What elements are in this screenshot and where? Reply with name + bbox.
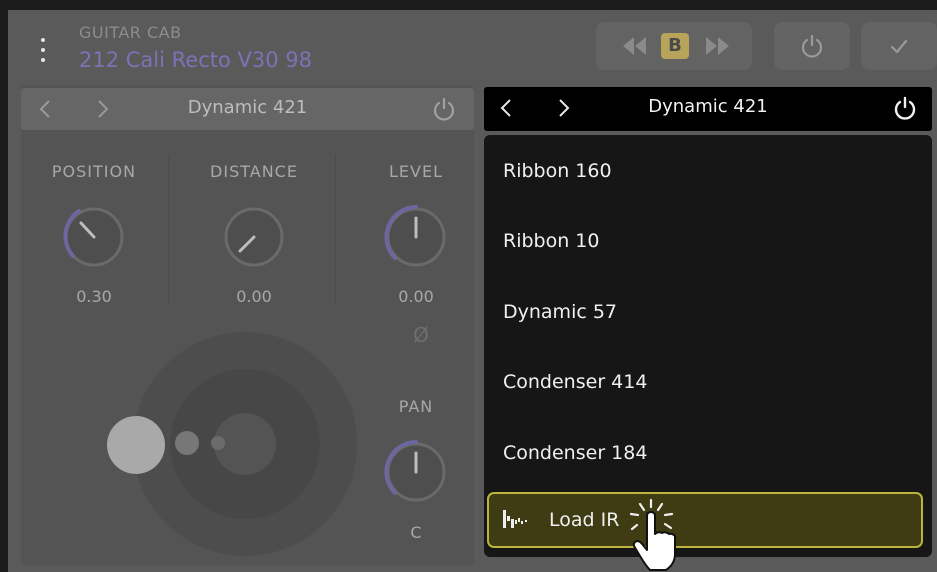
pan-knob[interactable] (376, 431, 456, 511)
divider (335, 155, 336, 305)
mic-dropdown-menu: Ribbon 160 Ribbon 10 Dynamic 57 Condense… (484, 135, 932, 557)
preset-name[interactable]: 212 Cali Recto V30 98 (79, 48, 312, 72)
position-label: POSITION (51, 162, 137, 181)
category-label: GUITAR CAB (79, 23, 182, 42)
distance-label: DISTANCE (210, 162, 298, 181)
menu-item-condenser-414[interactable]: Condenser 414 (503, 371, 647, 393)
plugin-window: GUITAR CAB 212 Cali Recto V30 98 B Dynam… (8, 10, 937, 572)
phase-invert-icon[interactable]: Ø (401, 323, 441, 347)
menu-item-dynamic-57[interactable]: Dynamic 57 (503, 301, 617, 323)
impulse-response-icon (503, 510, 527, 528)
mic-position-handle[interactable] (101, 405, 251, 485)
hand-pointer-icon (629, 498, 676, 571)
power-icon[interactable] (431, 96, 457, 122)
position-value: 0.30 (76, 287, 112, 306)
level-knob[interactable] (376, 196, 456, 276)
load-ir-label: Load IR (549, 509, 620, 531)
mic-selector-bar-active: Dynamic 421 (484, 87, 932, 131)
level-value: 0.00 (398, 287, 434, 306)
ab-compare-group: B (596, 22, 752, 70)
distance-knob[interactable] (214, 196, 294, 276)
load-ir-button[interactable]: Load IR (487, 492, 923, 548)
pan-label: PAN (398, 397, 434, 416)
fast-forward-icon[interactable] (704, 35, 732, 57)
menu-item-ribbon-160[interactable]: Ribbon 160 (503, 160, 612, 182)
position-knob[interactable] (54, 196, 134, 276)
distance-value: 0.00 (236, 287, 272, 306)
power-icon (801, 34, 823, 58)
checkmark-icon (890, 39, 908, 54)
level-label: LEVEL (389, 162, 443, 181)
pan-value: C (410, 523, 422, 542)
bypass-button[interactable] (774, 22, 850, 70)
ab-toggle-badge[interactable]: B (661, 33, 689, 59)
confirm-button[interactable] (861, 22, 937, 70)
divider (168, 155, 169, 305)
mic-name-label[interactable]: Dynamic 421 (484, 96, 932, 117)
menu-dots-icon[interactable] (32, 32, 54, 68)
mic-name-label[interactable]: Dynamic 421 (21, 97, 474, 118)
mic-selector-bar: Dynamic 421 (21, 88, 474, 130)
menu-item-ribbon-10[interactable]: Ribbon 10 (503, 230, 599, 252)
mic-controls-panel: Dynamic 421 POSITION DISTANCE LEVEL 0.30… (21, 85, 474, 565)
power-icon[interactable] (892, 95, 918, 121)
menu-item-condenser-184[interactable]: Condenser 184 (503, 442, 647, 464)
rewind-icon[interactable] (620, 35, 648, 57)
